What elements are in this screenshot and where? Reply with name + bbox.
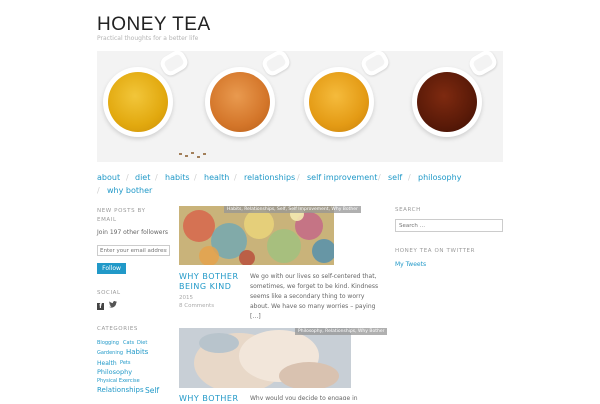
tea-1 [108,72,168,132]
nav-item-self[interactable]: self [388,173,402,182]
nav-item-relationships[interactable]: relationships [244,173,295,182]
site-title[interactable]: HONEY TEA [97,14,211,36]
tea-cup-1 [103,51,191,137]
tag-relationships[interactable]: Relationships [97,386,144,394]
post-categories[interactable]: Habits, Relationships, Self, Self Improv… [224,206,361,213]
twitter-icon[interactable] [109,301,118,310]
post-date: 2015 [179,295,193,301]
nav-separator: / [234,173,237,182]
header-banner-image [97,51,503,162]
nav-separator: / [97,186,100,195]
nav-item-diet[interactable]: diet [135,173,150,182]
followers-count: Join 197 other followers [97,229,169,236]
nav-item-why-bother[interactable]: why bother [107,186,152,195]
tag-pets[interactable]: Pets [120,360,130,366]
nav-separator: / [155,173,158,182]
nav-item-health[interactable]: health [204,173,229,182]
post-excerpt: We go with our lives so self-centered th… [250,273,379,320]
facebook-icon[interactable]: f [97,303,104,310]
tea-cup-2 [205,51,293,137]
tag-gardening[interactable]: Gardening [97,350,123,356]
my-tweets-link[interactable]: My Tweets [395,261,426,268]
post-categories[interactable]: Philosophy, Relationships, Why Bother [295,328,388,335]
search-input[interactable] [395,219,503,232]
search-heading: SEARCH [395,207,421,213]
post-thumbnail[interactable] [179,206,334,265]
nav-separator: / [408,173,411,182]
twitter-heading: HONEY TEA ON TWITTER [395,248,476,254]
post-thumbnail[interactable] [179,328,351,388]
email-field[interactable] [97,245,170,256]
tea-3 [309,72,369,132]
nav-item-habits[interactable]: habits [165,173,190,182]
tag-physical-exercise[interactable]: Physical Exercise [97,378,140,384]
social-heading: SOCIAL [97,290,121,296]
tag-philosophy[interactable]: Philosophy [97,368,132,376]
cup-handle-2 [259,51,293,79]
cup-handle-1 [157,51,191,79]
categories-heading: CATEGORIES [97,326,139,332]
cup-handle-3 [358,51,392,79]
nav-separator: / [378,173,381,182]
tag-habits[interactable]: Habits [126,348,148,356]
post-excerpt: Why would you decide to engage in someth… [250,395,358,400]
new-posts-heading: NEW POSTS BY EMAIL [97,208,146,223]
social-icons: f [97,301,118,310]
tea-2 [210,72,270,132]
site-tagline: Practical thoughts for a better life [97,35,199,42]
category-cloud: Blogging Cats Diet Gardening Habits Heal… [97,338,167,400]
tag-health[interactable]: Health [97,360,117,367]
nav-separator: / [194,173,197,182]
post-title[interactable]: WHY BOTHER BEING KIND [179,272,241,292]
post-title[interactable]: WHY BOTHER [179,394,241,404]
post-comments-link[interactable]: 8 Comments [179,302,214,310]
tea-4 [417,72,477,132]
tag-self[interactable]: Self [145,386,159,395]
tea-cup-3 [304,51,392,137]
nav-item-philosophy[interactable]: philosophy [418,173,461,182]
tag-blogging[interactable]: Blogging [97,340,119,346]
nav-separator: / [297,173,300,182]
nav-separator: / [126,173,129,182]
tag-cats[interactable]: Cats [123,340,134,346]
cup-handle-4 [466,51,500,79]
tea-cup-4 [412,51,500,137]
tea-leaves [177,151,217,159]
nav-item-about[interactable]: about [97,173,120,182]
nav-item-self-improvement[interactable]: self improvement [307,173,377,182]
tag-diet[interactable]: Diet [137,340,147,346]
follow-button[interactable]: Follow [97,263,126,274]
